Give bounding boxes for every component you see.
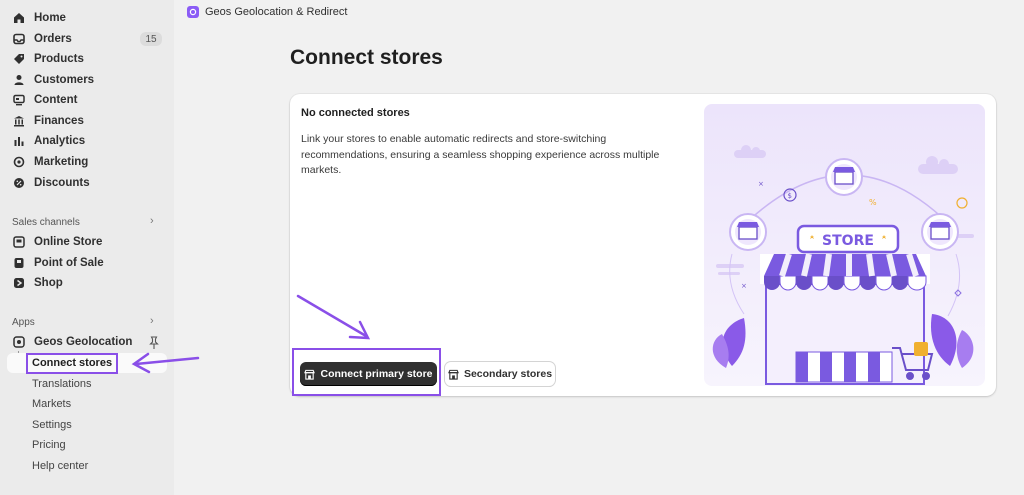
inbox-icon (12, 32, 26, 46)
sub-item-markets[interactable]: Markets (32, 395, 71, 413)
nav-discounts[interactable]: Discounts (12, 173, 90, 193)
nav-geos-geolocation[interactable]: Geos Geolocation (12, 332, 132, 352)
app-title: Geos Geolocation & Redirect (205, 6, 348, 18)
nav-marketing[interactable]: Marketing (12, 152, 88, 172)
button-label: Connect primary store (320, 368, 433, 380)
svg-text:×: × (758, 180, 764, 188)
sales-channels-heading: Sales channels (12, 217, 80, 228)
person-icon (12, 73, 26, 87)
sub-item-translations[interactable]: Translations (32, 375, 92, 393)
nav-analytics[interactable]: Analytics (12, 131, 85, 151)
svg-text:%: % (869, 198, 877, 207)
nav-products[interactable]: Products (12, 49, 84, 69)
geos-logo-icon (187, 6, 199, 18)
tag-icon (12, 52, 26, 66)
store-icon (12, 235, 26, 249)
card-title: No connected stores (301, 107, 410, 119)
store-sign-text: STORE (822, 233, 874, 249)
app-title-bar: Geos Geolocation & Redirect (174, 0, 1024, 24)
nav-point-of-sale[interactable]: Point of Sale (12, 253, 104, 273)
nav-label: Home (34, 12, 66, 24)
nav-content[interactable]: Content (12, 90, 77, 110)
nav-label: Analytics (34, 135, 86, 147)
chevron-right-icon[interactable]: › (150, 315, 154, 327)
bank-icon (12, 114, 26, 128)
nav-label: Marketing (34, 156, 89, 168)
store-icon (448, 369, 459, 380)
nav-customers[interactable]: Customers (12, 70, 94, 90)
bar-chart-icon (12, 134, 26, 148)
apps-heading: Apps (12, 317, 35, 328)
secondary-stores-button[interactable]: Secondary stores (445, 362, 555, 386)
store-illustration: × × $ % STORE (704, 104, 985, 386)
nav-label: Discounts (34, 177, 90, 189)
nav-label: Customers (34, 74, 95, 86)
nav-label: Content (34, 94, 78, 106)
nav-online-store[interactable]: Online Store (12, 232, 102, 252)
chevron-right-icon[interactable]: › (150, 215, 154, 227)
nav-shop[interactable]: Shop (12, 273, 63, 293)
home-icon (12, 11, 26, 25)
card-description: Link your stores to enable automatic red… (301, 133, 660, 176)
geos-app-icon (12, 335, 26, 349)
store-badge-icon (921, 213, 959, 251)
svg-text:$: $ (788, 192, 792, 200)
sub-item-pricing[interactable]: Pricing (32, 436, 66, 454)
discount-icon (12, 176, 26, 190)
nav-label: Products (34, 53, 84, 65)
content-icon (12, 93, 26, 107)
nav-label: Finances (34, 115, 84, 127)
nav-finances[interactable]: Finances (12, 111, 84, 131)
button-label: Secondary stores (463, 368, 553, 380)
page-title: Connect stores (290, 46, 443, 69)
pos-icon (12, 256, 26, 270)
sub-item-help-center[interactable]: Help center (32, 457, 88, 475)
sub-item-settings[interactable]: Settings (32, 416, 72, 434)
target-icon (12, 155, 26, 169)
nav-label: Point of Sale (34, 257, 104, 269)
store-icon (304, 369, 316, 380)
nav-orders[interactable]: Orders (12, 29, 72, 49)
nav-label: Online Store (34, 236, 103, 248)
sidebar: Home Orders 15 Products Customers Conten… (0, 0, 174, 495)
nav-label: Shop (34, 277, 63, 289)
shop-icon (12, 276, 26, 290)
store-badge-icon (729, 213, 767, 251)
nav-home[interactable]: Home (12, 8, 66, 28)
pin-icon[interactable] (148, 336, 160, 350)
svg-text:×: × (741, 282, 747, 290)
nav-label: Geos Geolocation (34, 336, 133, 348)
connect-primary-store-button[interactable]: Connect primary store (300, 362, 437, 386)
highlight-box-sidebar (26, 353, 118, 374)
orders-count-badge: 15 (140, 32, 162, 46)
nav-label: Orders (34, 33, 72, 45)
store-badge-icon (825, 158, 863, 196)
